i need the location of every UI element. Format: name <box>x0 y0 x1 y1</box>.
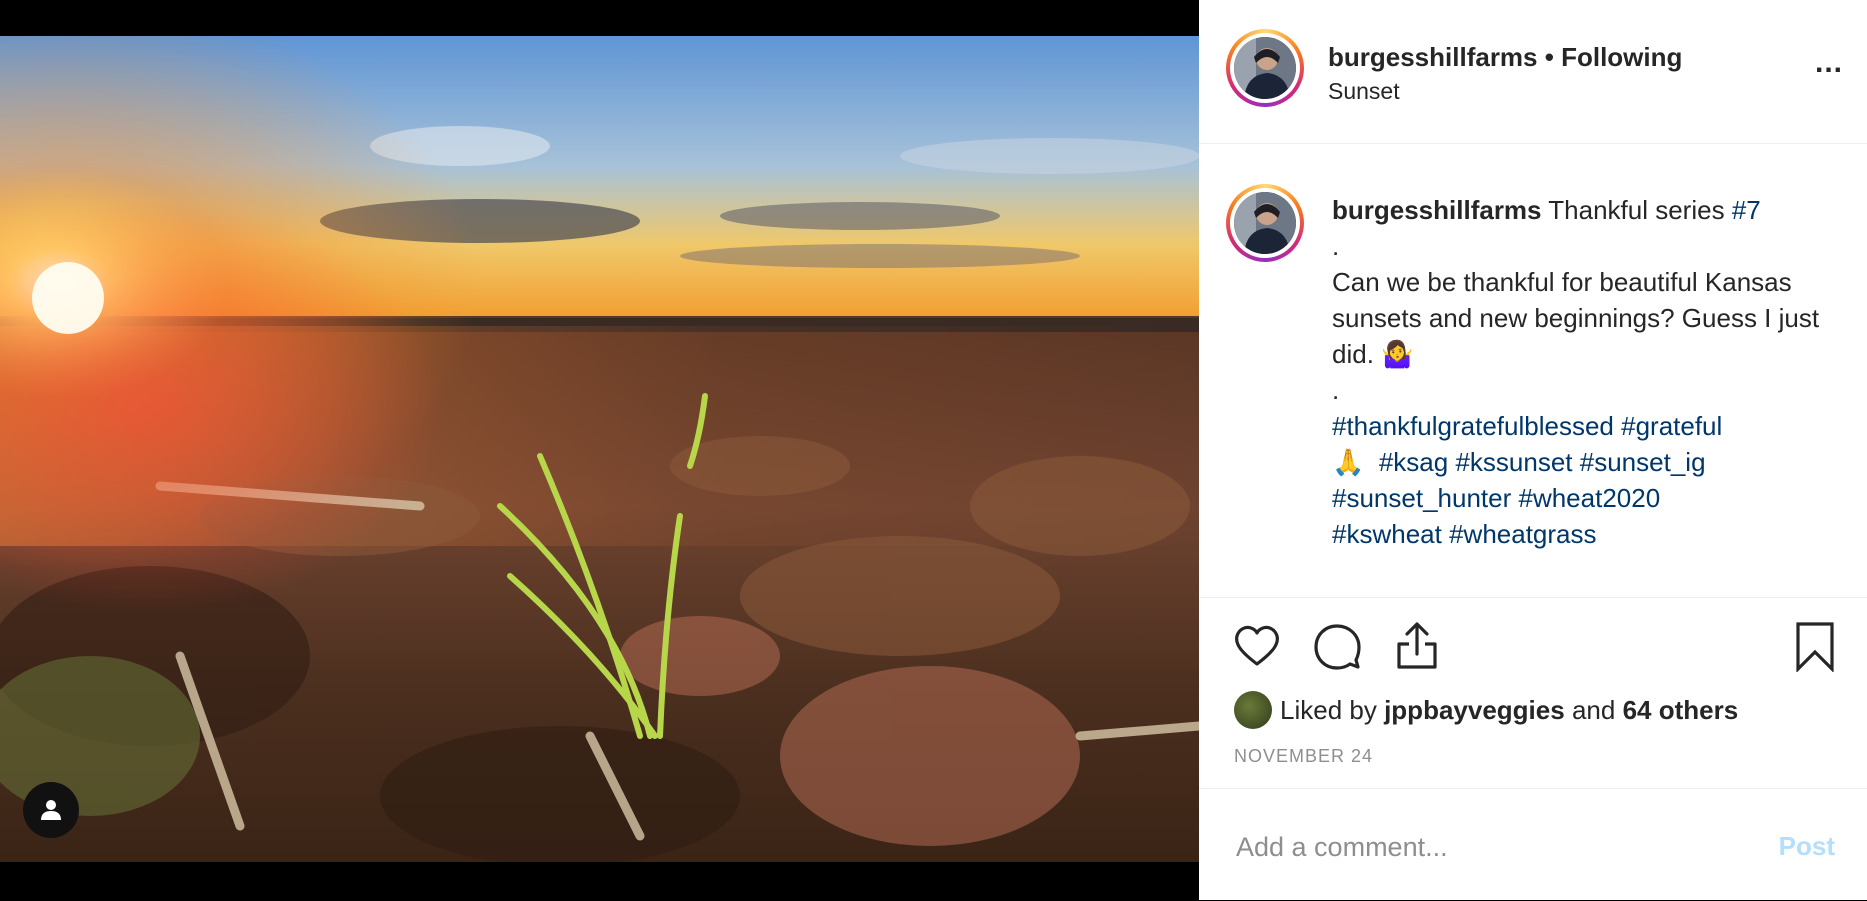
sunset-field-image <box>0 36 1199 862</box>
avatar-image <box>1234 37 1296 99</box>
hashtag[interactable]: #kssunset <box>1455 447 1572 477</box>
caption-dot: . <box>1332 375 1340 405</box>
likes-others-link[interactable]: 64 others <box>1623 695 1739 726</box>
post-actions: Liked by jppbayveggies and 64 others NOV… <box>1199 597 1867 788</box>
post-details-panel: burgesshillfarms • Following Sunset ... <box>1199 0 1867 900</box>
bookmark-icon <box>1796 622 1834 673</box>
like-button[interactable] <box>1231 620 1283 672</box>
location-link[interactable]: Sunset <box>1328 78 1400 105</box>
hashtag[interactable]: #kswheat <box>1332 519 1442 549</box>
author-line: burgesshillfarms • Following <box>1328 42 1682 73</box>
author-username[interactable]: burgesshillfarms <box>1328 42 1538 72</box>
photo-pane <box>0 0 1199 900</box>
hashtag[interactable]: #wheatgrass <box>1449 519 1596 549</box>
hashtag[interactable]: #sunset_ig <box>1580 447 1706 477</box>
more-options-icon: ... <box>1814 46 1843 79</box>
caption-dot: . <box>1332 231 1340 261</box>
likes-summary: Liked by jppbayveggies and 64 others <box>1234 688 1738 732</box>
liker-avatar[interactable] <box>1234 691 1272 729</box>
share-icon <box>1397 622 1437 669</box>
share-button[interactable] <box>1391 620 1443 672</box>
post-date[interactable]: NOVEMBER 24 <box>1234 746 1373 767</box>
shrug-emoji: 🤷‍♀️ <box>1381 339 1414 369</box>
comment-icon <box>1314 624 1361 670</box>
hashtag[interactable]: #ksag <box>1379 447 1448 477</box>
pray-emoji: 🙏 <box>1332 447 1365 477</box>
hashtag[interactable]: #grateful <box>1621 411 1722 441</box>
comment-button[interactable] <box>1311 620 1363 672</box>
likes-and-label: and <box>1571 694 1616 725</box>
comment-input[interactable] <box>1234 831 1718 864</box>
caption-author-avatar[interactable] <box>1226 184 1304 262</box>
post-comment-button[interactable]: Post <box>1779 831 1835 862</box>
author-avatar[interactable] <box>1226 29 1304 107</box>
caption-title: Thankful series <box>1548 195 1725 225</box>
caption-text: burgesshillfarms Thankful series #7 . Ca… <box>1332 192 1832 552</box>
hashtag[interactable]: #7 <box>1732 195 1761 225</box>
hashtag[interactable]: #wheat2020 <box>1518 483 1660 513</box>
post-header: burgesshillfarms • Following Sunset ... <box>1199 0 1867 144</box>
post-photo[interactable] <box>0 36 1199 862</box>
comment-bar: Post <box>1199 788 1867 901</box>
person-icon <box>41 800 61 820</box>
tagged-users-button[interactable] <box>23 782 79 838</box>
more-options-button[interactable]: ... <box>1815 48 1843 78</box>
hashtag[interactable]: #thankfulgratefulblessed <box>1332 411 1614 441</box>
heart-icon <box>1235 625 1279 666</box>
avatar-image <box>1234 192 1296 254</box>
save-button[interactable] <box>1789 620 1841 673</box>
liker-username[interactable]: jppbayveggies <box>1384 695 1565 726</box>
caption-section: burgesshillfarms Thankful series #7 . Ca… <box>1199 144 1867 596</box>
liked-by-label: Liked by <box>1280 694 1377 725</box>
separator-dot: • <box>1544 42 1554 72</box>
follow-status-button[interactable]: Following <box>1561 42 1682 72</box>
hashtag[interactable]: #sunset_hunter <box>1332 483 1511 513</box>
caption-username[interactable]: burgesshillfarms <box>1332 195 1542 225</box>
